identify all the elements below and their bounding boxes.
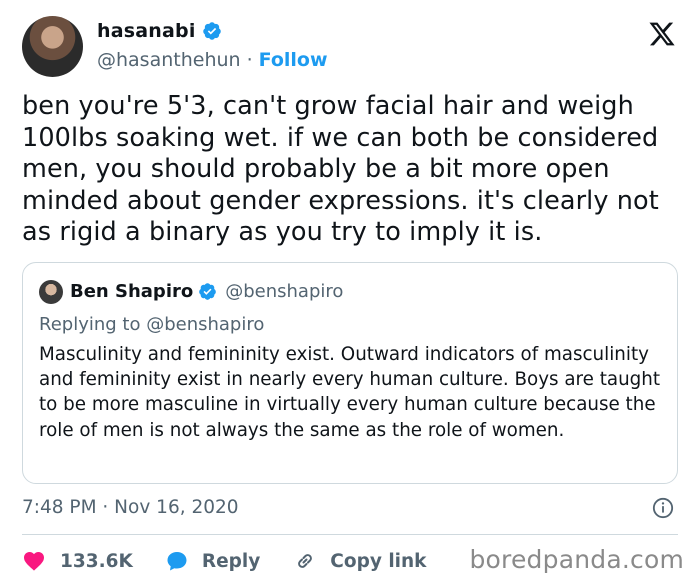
author-handle[interactable]: @hasanthehun — [97, 49, 241, 71]
copy-link-label: Copy link — [330, 550, 427, 572]
like-button[interactable]: 133.6K — [22, 549, 133, 573]
quoted-tweet-text: Masculinity and femininity exist. Outwar… — [39, 344, 661, 441]
tweet-timestamp[interactable]: 7:48 PM · Nov 16, 2020 — [22, 497, 239, 518]
watermark: boredpanda.com — [469, 545, 684, 574]
quoted-author-handle: @benshapiro — [225, 281, 344, 302]
verified-badge-icon — [199, 283, 217, 300]
quoted-author-row: Ben Shapiro @benshapiro — [70, 281, 343, 302]
verified-badge-icon — [202, 22, 221, 40]
author-handle-row: @hasanthehun · Follow — [97, 49, 328, 71]
link-icon — [298, 554, 313, 568]
like-count: 133.6K — [60, 550, 133, 572]
info-icon[interactable] — [652, 497, 674, 519]
author-name-row: hasanabi — [97, 20, 222, 42]
x-logo-icon[interactable] — [648, 20, 676, 48]
divider — [22, 534, 678, 535]
reply-label: Reply — [201, 550, 261, 572]
quoted-tweet-card[interactable]: Ben Shapiro @benshapiro Replying to @ben… — [22, 262, 678, 484]
copy-link-button[interactable]: Copy link — [293, 549, 426, 573]
author-name[interactable]: hasanabi — [97, 20, 196, 42]
follow-button[interactable]: Follow — [259, 49, 328, 71]
tweet-text: ben you're 5'3, can't grow facial hair a… — [22, 91, 659, 248]
separator-dot: · — [246, 49, 253, 71]
quoted-replying-to: Replying to @benshapiro — [39, 314, 265, 335]
quoted-author-avatar — [39, 280, 63, 304]
heart-icon — [24, 552, 44, 571]
author-avatar[interactable] — [22, 16, 83, 77]
quoted-author-name: Ben Shapiro — [70, 281, 194, 302]
tweet-actions: 133.6K Reply Copy link — [22, 547, 426, 575]
reply-button[interactable]: Reply — [165, 549, 260, 573]
reply-bubble-icon — [167, 552, 187, 571]
